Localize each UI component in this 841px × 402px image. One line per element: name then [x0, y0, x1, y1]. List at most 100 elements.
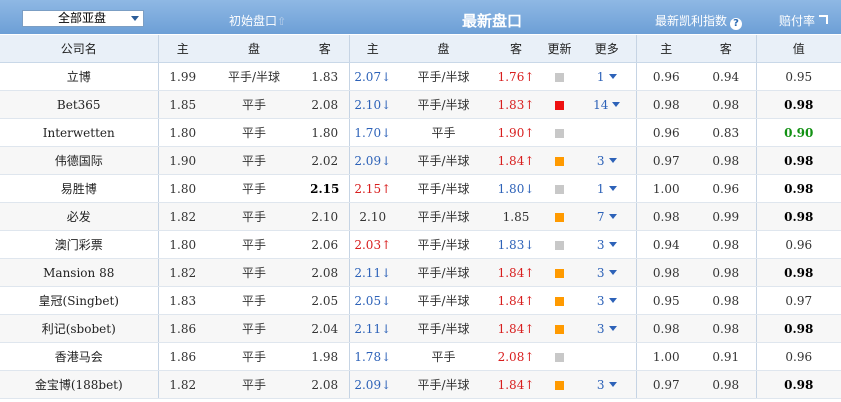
- kelly-index-label: 最新凯利指数: [655, 14, 728, 28]
- update-status-icon: [555, 268, 564, 278]
- dropdown-triangle-icon[interactable]: [608, 185, 617, 191]
- payout-value: 0.98: [755, 370, 841, 399]
- more-link[interactable]: 3: [578, 286, 636, 315]
- table-row[interactable]: 立博 1.99 平手/半球 1.83 2.07↓ 平手/半球 1.76↑ 1 0.96 0.94 0…: [0, 62, 841, 91]
- initial-home-odds: 1.80: [157, 174, 207, 203]
- initial-odds-label: 初始盘口: [229, 14, 278, 28]
- initial-away-odds: 2.15: [301, 174, 349, 203]
- more-link[interactable]: 14: [578, 90, 636, 119]
- latest-home-odds: 2.09↓: [348, 370, 396, 399]
- payout-rate-header[interactable]: 赔付率: [779, 12, 829, 29]
- initial-odds-header: 初始盘口⇧: [229, 12, 286, 29]
- dropdown-triangle-icon[interactable]: [608, 213, 617, 219]
- more-count[interactable]: 14: [593, 98, 608, 112]
- table-row[interactable]: 必发 1.82 平手 2.10 2.10 平手/半球 1.85 7 0.98 0.99 0.98: [0, 202, 841, 231]
- latest-away-odds: 1.85: [491, 202, 541, 231]
- more-link[interactable]: 7: [578, 202, 636, 231]
- initial-handicap: 平手: [207, 90, 301, 119]
- table-row[interactable]: 皇冠(Singbet) 1.83 平手 2.05 2.05↓ 平手/半球 1.84↑ 3 0.9…: [0, 286, 841, 315]
- more-link[interactable]: 3: [578, 258, 636, 287]
- initial-away-odds: 1.98: [301, 342, 349, 371]
- more-count[interactable]: 3: [597, 378, 605, 392]
- table-row[interactable]: 利记(sbobet) 1.86 平手 2.04 2.11↓ 平手/半球 1.84↑ 3 0.98…: [0, 314, 841, 343]
- company-name: 必发: [0, 202, 158, 231]
- more-link[interactable]: 3: [578, 314, 636, 343]
- payout-value: 0.98: [755, 314, 841, 343]
- kelly-away: 0.98: [696, 370, 756, 399]
- more-link[interactable]: 3: [578, 230, 636, 259]
- company-name: Interwetten: [0, 118, 158, 147]
- kelly-home: 0.98: [635, 258, 696, 287]
- dropdown-triangle-icon[interactable]: [608, 157, 617, 163]
- initial-away-odds: 2.04: [301, 314, 349, 343]
- more-count[interactable]: 3: [597, 266, 605, 280]
- more-link[interactable]: 1: [578, 174, 636, 203]
- kelly-away: 0.94: [696, 62, 756, 91]
- more-link[interactable]: 3: [578, 146, 636, 175]
- company-name: 立博: [0, 62, 158, 91]
- table-row[interactable]: 澳门彩票 1.80 平手 2.06 2.03↑ 平手/半球 1.83↓ 3 0.94 0.98 0.…: [0, 230, 841, 259]
- dropdown-triangle-icon[interactable]: [608, 381, 617, 387]
- more-count[interactable]: 3: [597, 294, 605, 308]
- handicap-type-select[interactable]: 全部亚盘: [22, 10, 144, 27]
- update-indicator: [541, 342, 578, 371]
- more-count[interactable]: 1: [597, 70, 605, 84]
- col-header-kelly-home: 主: [635, 35, 696, 63]
- dropdown-triangle-icon[interactable]: [608, 73, 617, 79]
- more-count[interactable]: 3: [597, 238, 605, 252]
- more-count[interactable]: 3: [597, 154, 605, 168]
- dropdown-triangle-icon[interactable]: [608, 325, 617, 331]
- kelly-home: 0.98: [635, 202, 696, 231]
- payout-value: 0.98: [755, 146, 841, 175]
- more-count[interactable]: 7: [597, 210, 605, 224]
- update-status-icon: [555, 352, 564, 362]
- chevron-down-icon[interactable]: [131, 16, 139, 21]
- latest-handicap: 平手: [396, 342, 491, 371]
- kelly-home: 0.97: [635, 370, 696, 399]
- latest-away-odds: 1.84↑: [491, 146, 541, 175]
- payout-value: 0.98: [755, 258, 841, 287]
- dropdown-triangle-icon[interactable]: [612, 101, 621, 107]
- initial-handicap: 平手: [207, 118, 301, 147]
- initial-home-odds: 1.82: [157, 258, 207, 287]
- top-header-bar: 全部亚盘 初始盘口⇧ 最新盘口 最新凯利指数? 赔付率: [0, 0, 841, 34]
- table-row[interactable]: Interwetten 1.80 平手 1.80 1.70↓ 平手 1.90↑ 0.96 0.8…: [0, 118, 841, 147]
- kelly-away: 0.96: [696, 174, 756, 203]
- more-count[interactable]: 3: [597, 322, 605, 336]
- table-row[interactable]: 易胜博 1.80 平手 2.15 2.15↑ 平手/半球 1.80↓ 1 1.00 0.96 0.9…: [0, 174, 841, 203]
- update-indicator: [541, 90, 578, 119]
- more-link: [578, 118, 636, 147]
- dropdown-triangle-icon[interactable]: [608, 269, 617, 275]
- update-indicator: [541, 314, 578, 343]
- payout-value: 0.95: [755, 62, 841, 91]
- kelly-home: 0.96: [635, 118, 696, 147]
- latest-home-odds: 2.07↓: [348, 62, 396, 91]
- table-row[interactable]: 伟德国际 1.90 平手 2.02 2.09↓ 平手/半球 1.84↑ 3 0.97 0.98 0.…: [0, 146, 841, 175]
- dropdown-triangle-icon[interactable]: [608, 297, 617, 303]
- latest-home-odds: 2.10↓: [348, 90, 396, 119]
- table-row[interactable]: 香港马会 1.86 平手 1.98 1.78↓ 平手 2.08↑ 1.00 0.91 0.96: [0, 342, 841, 371]
- latest-home-odds: 2.11↓: [348, 258, 396, 287]
- latest-home-odds: 2.11↓: [348, 314, 396, 343]
- update-status-icon: [555, 72, 564, 82]
- latest-away-odds: 2.08↑: [491, 342, 541, 371]
- initial-home-odds: 1.86: [157, 314, 207, 343]
- latest-home-odds: 1.70↓: [348, 118, 396, 147]
- kelly-away: 0.83: [696, 118, 756, 147]
- more-link[interactable]: 3: [578, 370, 636, 399]
- kelly-away: 0.99: [696, 202, 756, 231]
- table-row[interactable]: Bet365 1.85 平手 2.08 2.10↓ 平手/半球 1.83↑ 14 0.98 0.9…: [0, 90, 841, 119]
- help-icon[interactable]: ?: [730, 18, 743, 30]
- dropdown-triangle-icon[interactable]: [608, 241, 617, 247]
- initial-handicap: 平手: [207, 370, 301, 399]
- more-link[interactable]: 1: [578, 62, 636, 91]
- update-status-icon: [555, 380, 564, 390]
- update-status-icon: [555, 212, 564, 222]
- table-row[interactable]: Mansion 88 1.82 平手 2.08 2.11↓ 平手/半球 1.84↑ 3 0.98…: [0, 258, 841, 287]
- table-row[interactable]: 金宝博(188bet) 1.82 平手 2.08 2.09↓ 平手/半球 1.84↑ 3 0.9…: [0, 370, 841, 399]
- more-count[interactable]: 1: [597, 182, 605, 196]
- kelly-home: 1.00: [635, 342, 696, 371]
- col-header-latest-home: 主: [348, 35, 396, 63]
- col-header-latest-away: 客: [491, 35, 541, 63]
- table-header-row: 公司名主盘客主盘客更新 更多主客值: [0, 35, 841, 63]
